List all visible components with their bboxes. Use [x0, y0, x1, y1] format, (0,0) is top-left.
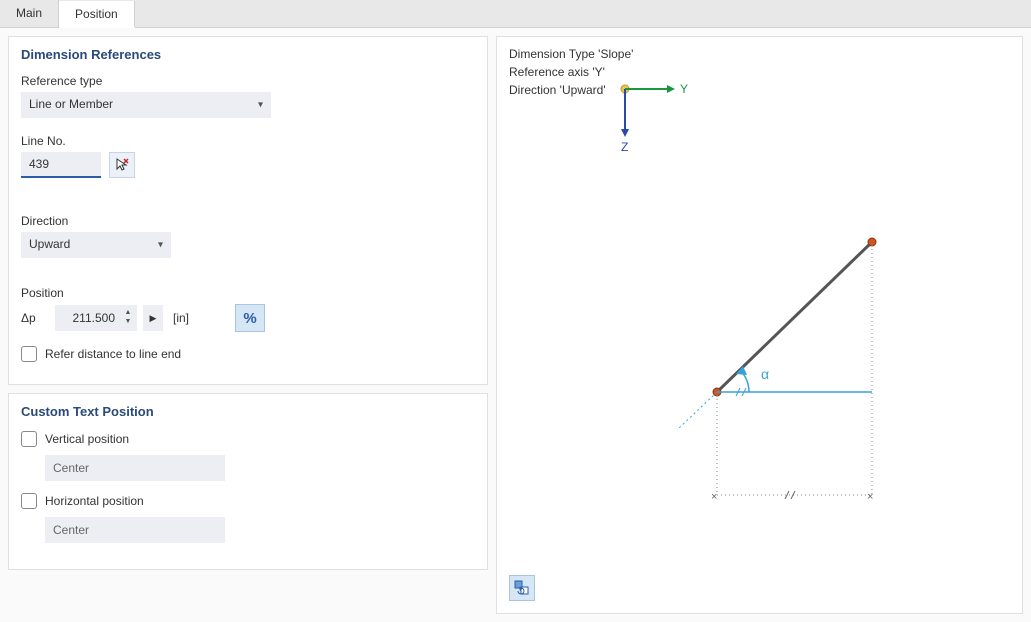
pick-line-button[interactable]: [109, 152, 135, 178]
preview-info-3: Direction 'Upward': [509, 81, 606, 99]
reset-view-icon: [514, 580, 530, 596]
unit-label: [in]: [173, 311, 189, 325]
refer-end-checkbox[interactable]: [21, 346, 37, 362]
svg-text:Y: Y: [680, 82, 688, 96]
step-play-button[interactable]: ▶: [143, 305, 163, 331]
vertical-position-label: Vertical position: [45, 432, 129, 446]
horizontal-position-row: Horizontal position: [21, 493, 475, 509]
reference-type-select-wrap: Line or Member ▾: [21, 92, 271, 118]
svg-text:Z: Z: [621, 140, 628, 154]
svg-text:×: ×: [867, 491, 873, 503]
tab-position[interactable]: Position: [59, 1, 135, 28]
spinner-down-button[interactable]: ▼: [123, 318, 133, 327]
refer-end-row: Refer distance to line end: [21, 346, 475, 362]
vertical-position-value: Center: [45, 455, 225, 481]
custom-text-position-group: Custom Text Position Vertical position C…: [8, 393, 488, 570]
horizontal-position-label: Horizontal position: [45, 494, 144, 508]
spinner-up-button[interactable]: ▲: [123, 309, 133, 318]
preview-info-2: Reference axis 'Y': [509, 63, 1010, 81]
tab-bar: Main Position: [0, 0, 1031, 28]
spinner-buttons: ▲ ▼: [119, 305, 137, 331]
refer-end-label: Refer distance to line end: [45, 347, 181, 361]
content-area: Dimension References Reference type Line…: [0, 28, 1031, 622]
direction-select[interactable]: Upward: [21, 232, 171, 258]
position-row: Δp ▲ ▼ ▶ [in] %: [21, 304, 475, 332]
preview-info-1: Dimension Type 'Slope': [509, 45, 1010, 63]
delta-p-input[interactable]: [55, 305, 119, 331]
svg-text:×: ×: [711, 491, 717, 503]
tab-main[interactable]: Main: [0, 0, 59, 27]
line-no-input[interactable]: [21, 152, 101, 178]
line-no-row: [21, 152, 475, 178]
svg-text:α: α: [761, 366, 769, 382]
slope-diagram: α × ×: [677, 227, 917, 507]
reset-view-button[interactable]: [509, 575, 535, 601]
horizontal-position-checkbox[interactable]: [21, 493, 37, 509]
position-label: Position: [21, 286, 475, 300]
reference-type-label: Reference type: [21, 74, 475, 88]
delta-p-spinner: ▲ ▼: [55, 305, 137, 331]
cursor-pick-icon: [114, 157, 130, 173]
direction-label: Direction: [21, 214, 475, 228]
dimension-references-group: Dimension References Reference type Line…: [8, 36, 488, 385]
axis-indicator-icon: Y Z: [615, 77, 695, 157]
line-no-label: Line No.: [21, 134, 475, 148]
dim-refs-title: Dimension References: [21, 47, 475, 62]
left-panel: Dimension References Reference type Line…: [8, 36, 488, 614]
direction-select-wrap: Upward ▾: [21, 232, 171, 258]
preview-panel: Dimension Type 'Slope' Reference axis 'Y…: [496, 36, 1023, 614]
horizontal-position-value: Center: [45, 517, 225, 543]
percent-toggle-button[interactable]: %: [235, 304, 265, 332]
custom-text-title: Custom Text Position: [21, 404, 475, 419]
vertical-position-checkbox[interactable]: [21, 431, 37, 447]
delta-p-symbol: Δp: [21, 311, 49, 325]
vertical-position-row: Vertical position: [21, 431, 475, 447]
reference-type-select[interactable]: Line or Member: [21, 92, 271, 118]
